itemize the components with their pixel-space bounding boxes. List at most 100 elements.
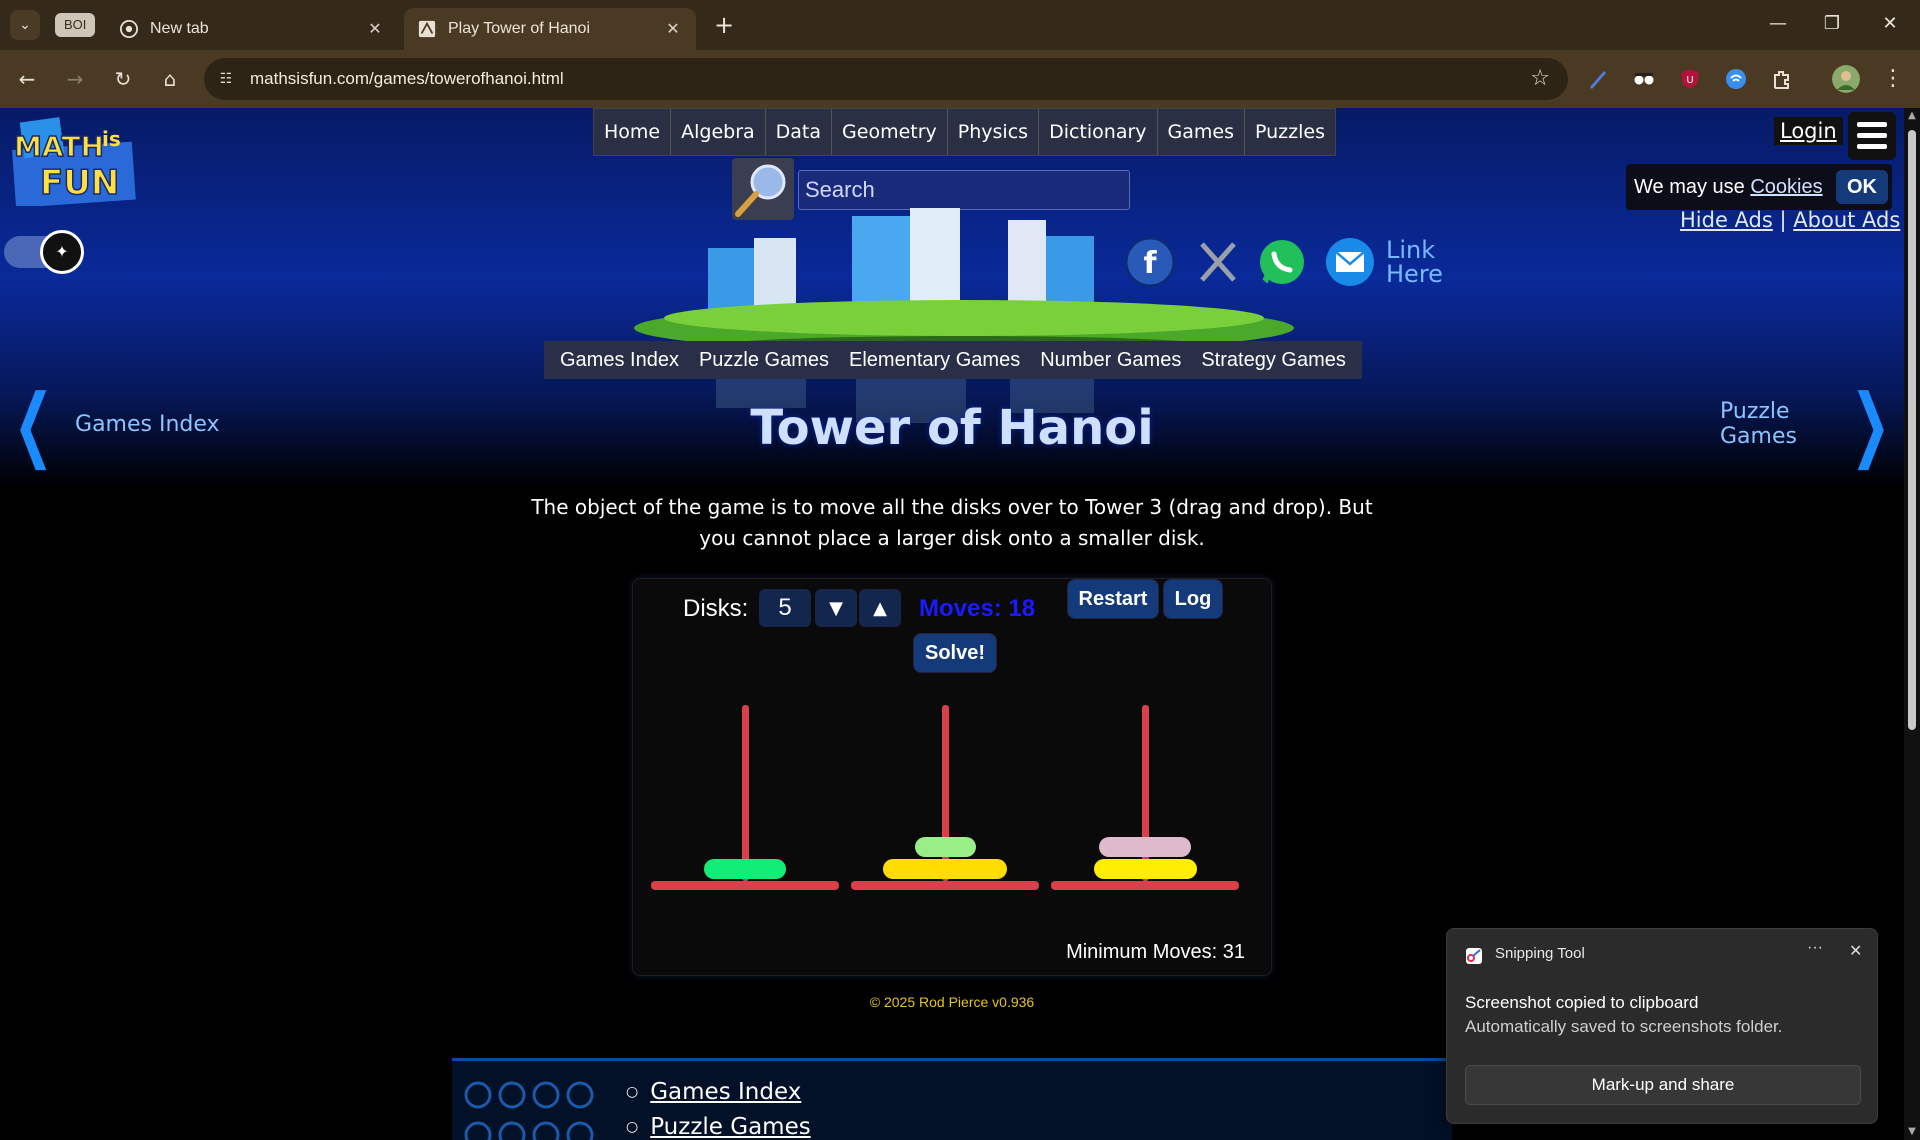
toast-app-name: Snipping Tool [1495,945,1585,962]
disk[interactable] [704,859,786,879]
pen-extension-icon[interactable] [1586,67,1610,91]
page-scrollbar[interactable]: ▲ ▼ [1904,108,1920,1140]
bookmark-star-icon[interactable]: ☆ [1530,66,1550,91]
disk[interactable] [914,837,976,857]
sub-menu-games-index[interactable]: Games Index [550,341,689,379]
back-icon[interactable]: ← [12,64,42,94]
link-here-line-2: Here [1386,260,1443,288]
cookie-notice: We may use Cookies OK [1626,164,1892,210]
tower-2-base[interactable] [851,881,1039,890]
ads-links: Hide Ads | About Ads [1680,208,1900,232]
disk[interactable] [1098,837,1192,857]
address-bar[interactable]: ☷ mathsisfun.com/games/towerofhanoi.html… [204,58,1568,100]
disk[interactable] [1093,859,1197,879]
close-window-icon[interactable]: ✕ [1870,10,1910,38]
tab-strip: ⌄ BOI New tab ✕ Play Tower of Hanoi ✕ + … [0,0,1920,50]
disk-count: 5 [759,589,811,627]
svg-text:U: U [1686,75,1693,86]
new-tab-button[interactable]: + [710,12,738,40]
menu-item-algebra[interactable]: Algebra [671,109,766,155]
tab-title: Play Tower of Hanoi [448,20,590,37]
menu-item-games[interactable]: Games [1158,109,1245,155]
svg-text:is: is [102,127,121,151]
related-link-games-index[interactable]: Games Index [650,1079,801,1105]
profile-avatar[interactable] [1832,65,1860,93]
tab-close-icon[interactable]: ✕ [366,19,384,39]
x-icon[interactable] [1192,236,1244,288]
minimize-icon[interactable]: — [1758,10,1798,38]
related-link-puzzle-games[interactable]: Puzzle Games [650,1114,811,1140]
tower-1-base[interactable] [651,881,839,890]
menu-item-physics[interactable]: Physics [948,109,1040,155]
sub-menu-puzzle-games[interactable]: Puzzle Games [689,341,839,379]
menu-item-home[interactable]: Home [594,109,672,155]
menu-item-data[interactable]: Data [766,109,833,155]
tab-new-tab[interactable]: New tab ✕ [106,8,398,50]
list-item[interactable]: Games Index [626,1075,811,1110]
email-icon[interactable] [1324,236,1376,288]
forward-icon[interactable]: → [60,64,90,94]
sub-menu-elementary-games[interactable]: Elementary Games [839,341,1030,379]
menu-item-dictionary[interactable]: Dictionary [1039,109,1158,155]
more-options-icon[interactable]: ··· [1807,939,1823,957]
disks-label: Disks: [683,595,749,622]
scroll-thumb[interactable] [1908,130,1916,730]
tab-tower-of-hanoi[interactable]: Play Tower of Hanoi ✕ [404,8,696,50]
decrease-disks-button[interactable]: ▼ [815,589,857,627]
reload-icon[interactable]: ↻ [108,64,138,94]
sub-menu-strategy-games[interactable]: Strategy Games [1191,341,1356,379]
site-info-icon[interactable]: ☷ [216,69,236,89]
sub-menu-number-games[interactable]: Number Games [1030,341,1191,379]
svg-text:FUN: FUN [40,163,119,203]
menu-item-puzzles[interactable]: Puzzles [1245,109,1335,155]
restart-button[interactable]: Restart [1067,579,1159,619]
list-item[interactable]: Puzzle Games [626,1110,811,1140]
svg-text:MATH: MATH [14,130,104,163]
home-icon[interactable]: ⌂ [155,64,185,94]
disk[interactable] [883,859,1007,879]
page-title: Tower of Hanoi [750,400,1154,456]
mark-up-and-share-button[interactable]: Mark-up and share [1465,1065,1861,1105]
games-sub-menu: Games Index Puzzle Games Elementary Game… [544,341,1362,379]
tab-search-chevron-icon[interactable]: ⌄ [10,10,40,40]
vpn-extension-icon[interactable] [1724,67,1748,91]
login-link[interactable]: Login [1774,117,1843,145]
cookie-ok-button[interactable]: OK [1836,170,1888,204]
spy-extension-icon[interactable] [1632,67,1656,91]
tower-3-base[interactable] [1051,881,1239,890]
scroll-down-icon[interactable]: ▼ [1904,1124,1920,1140]
toast-headline: Screenshot copied to clipboard [1465,993,1699,1012]
url-text[interactable]: mathsisfun.com/games/towerofhanoi.html [250,58,564,100]
log-button[interactable]: Log [1163,579,1223,619]
browser-menu-icon[interactable]: ⋮ [1882,64,1904,94]
mathsisfun-logo[interactable]: MATH is FUN [10,116,140,206]
cookies-link[interactable]: Cookies [1750,176,1822,198]
solve-button[interactable]: Solve! [913,633,997,673]
hamburger-menu-icon[interactable] [1848,112,1896,160]
dark-mode-toggle[interactable]: ✦ [4,228,84,274]
facebook-icon[interactable]: f [1124,236,1176,288]
hide-ads-link[interactable]: Hide Ads [1680,208,1773,232]
link-here-link[interactable]: Link Here [1386,238,1443,286]
search-input[interactable] [798,170,1130,210]
related-links-box: Games Index Puzzle Games [452,1058,1452,1140]
tab-group-chip[interactable]: BOI [55,13,96,37]
stars-icon: ✦ [40,230,84,274]
tab-close-icon[interactable]: ✕ [664,19,682,39]
ublock-shield-icon[interactable]: U [1678,67,1702,91]
related-links-list: Games Index Puzzle Games [626,1075,811,1140]
menu-item-geometry[interactable]: Geometry [832,109,948,155]
chrome-icon [120,20,138,38]
scroll-up-icon[interactable]: ▲ [1904,108,1920,124]
tower-1-pole[interactable] [742,705,749,881]
about-ads-link[interactable]: About Ads [1793,208,1900,232]
close-icon[interactable]: ✕ [1849,941,1862,961]
whatsapp-icon[interactable] [1256,236,1308,288]
tab-title: New tab [150,20,209,37]
puzzle-extensions-icon[interactable] [1770,67,1794,91]
toast-body: Automatically saved to screenshots folde… [1465,1017,1783,1036]
increase-disks-button[interactable]: ▲ [859,589,901,627]
moves-counter: Moves: 18 [919,595,1036,622]
decorative-pattern-icon [464,1081,594,1140]
restore-icon[interactable]: ❐ [1812,10,1852,38]
